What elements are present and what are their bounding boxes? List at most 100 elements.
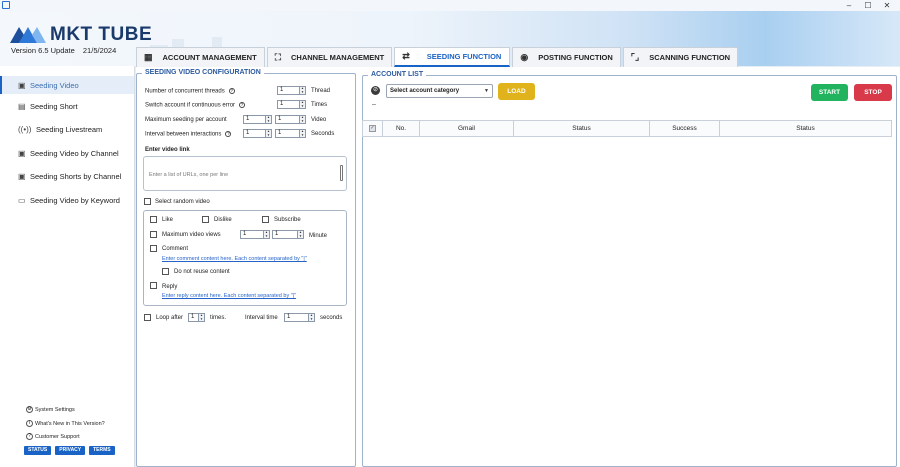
stepper-arrows-icon[interactable]: ▲ ▼ bbox=[265, 115, 271, 123]
tab-label: SEEDING FUNCTION bbox=[426, 52, 502, 61]
minimize-button[interactable]: – bbox=[842, 0, 856, 11]
sidebar-item-seeding-livestream[interactable]: ((•)) Seeding Livestream bbox=[0, 120, 134, 138]
loop-checkbox[interactable] bbox=[144, 314, 151, 321]
column-success[interactable]: Success bbox=[650, 121, 720, 136]
sidebar-item-label: Seeding Shorts by Channel bbox=[30, 171, 122, 181]
footer-label: System Settings bbox=[35, 406, 75, 413]
loop-interval-stepper[interactable]: 1 ▲ ▼ bbox=[284, 313, 315, 322]
tab-account-management[interactable]: ▦ ACCOUNT MANAGEMENT bbox=[136, 47, 265, 67]
max-views-from-stepper[interactable]: 1 ▲ ▼ bbox=[240, 230, 270, 239]
sidebar-item-label: Seeding Video by Keyword bbox=[30, 195, 120, 205]
stepper-arrows-icon[interactable]: ▲ ▼ bbox=[263, 230, 269, 238]
system-settings-link[interactable]: ⚙ System Settings bbox=[26, 406, 75, 413]
stepper-arrows-icon[interactable]: ▲ ▼ bbox=[198, 313, 204, 321]
filter-icon[interactable]: ⊘ bbox=[371, 86, 380, 95]
max-seed-to-stepper[interactable]: 1 ▲ ▼ bbox=[275, 115, 306, 124]
threads-stepper[interactable]: 1 ▲ ▼ bbox=[277, 86, 306, 95]
whats-new-link[interactable]: i What's New in This Version? bbox=[26, 420, 105, 427]
account-category-value: Select account category bbox=[390, 88, 460, 94]
load-button[interactable]: LOAD bbox=[498, 83, 535, 100]
channel-icon: ⛶ bbox=[274, 52, 281, 62]
textarea-scrollbar[interactable] bbox=[339, 159, 344, 188]
stepper-arrows-icon[interactable]: ▲ ▼ bbox=[299, 100, 305, 108]
interval-to-stepper[interactable]: 1 ▲ ▼ bbox=[275, 129, 306, 138]
status-badge[interactable]: STATUS bbox=[24, 446, 52, 455]
maximize-button[interactable]: ☐ bbox=[861, 0, 875, 11]
column-status[interactable]: Status bbox=[514, 121, 650, 136]
loop-times-label: times. bbox=[210, 315, 227, 321]
column-gmail[interactable]: Gmail bbox=[420, 121, 514, 136]
threads-label-text: Number of concurrent threads bbox=[145, 88, 225, 95]
stepper-arrows-icon[interactable]: ▲ ▼ bbox=[299, 86, 305, 94]
dislike-checkbox[interactable] bbox=[202, 216, 209, 223]
comment-content-link[interactable]: Enter comment content here. Each content… bbox=[162, 256, 307, 262]
select-all-checkbox[interactable]: ✓ bbox=[369, 125, 376, 132]
video-link-input[interactable]: Enter a list of URLs, one per line bbox=[143, 156, 347, 191]
footer-label: Customer Support bbox=[35, 433, 80, 440]
help-icon[interactable]: ? bbox=[225, 131, 232, 137]
stepper-arrows-icon[interactable]: ▲ ▼ bbox=[299, 115, 305, 123]
tab-channel-management[interactable]: ⛶ CHANNEL MANAGEMENT bbox=[266, 47, 393, 67]
loop-label: Loop after bbox=[156, 315, 184, 321]
tab-seeding-function[interactable]: ⇄ SEEDING FUNCTION bbox=[394, 47, 511, 67]
start-button[interactable]: START bbox=[811, 84, 848, 101]
like-checkbox[interactable] bbox=[150, 216, 157, 223]
max-views-unit: Minute bbox=[309, 233, 328, 239]
close-button[interactable]: ✕ bbox=[880, 0, 894, 11]
comment-checkbox[interactable] bbox=[150, 245, 157, 252]
chevron-down-icon: ▼ bbox=[484, 88, 489, 94]
help-icon[interactable]: ? bbox=[228, 88, 235, 94]
tab-scanning-function[interactable]: ⌜⌟ SCANNING FUNCTION bbox=[622, 47, 739, 67]
account-category-select[interactable]: Select account category ▼ bbox=[386, 84, 493, 98]
scroll-thumb[interactable] bbox=[340, 165, 343, 181]
loop-value: 1 bbox=[191, 314, 195, 320]
play-box-icon: ▣ bbox=[18, 148, 26, 158]
max-views-to-stepper[interactable]: 1 ▲ ▼ bbox=[272, 230, 304, 239]
keyword-icon: ▭ bbox=[18, 195, 26, 205]
stop-button[interactable]: STOP bbox=[854, 84, 892, 101]
reply-checkbox[interactable] bbox=[150, 282, 157, 289]
tab-posting-function[interactable]: ◉ POSTING FUNCTION bbox=[512, 47, 621, 67]
max-seed-label: Maximum seeding per account bbox=[145, 117, 227, 123]
terms-badge[interactable]: TERMS bbox=[89, 446, 115, 455]
customer-support-link[interactable]: ? Customer Support bbox=[26, 433, 80, 440]
column-no[interactable]: No. bbox=[383, 121, 420, 136]
sidebar-item-label: Seeding Video by Channel bbox=[30, 148, 119, 158]
privacy-badge[interactable]: PRIVACY bbox=[55, 446, 86, 455]
sidebar-item-seeding-video[interactable]: ▣ Seeding Video bbox=[0, 76, 134, 94]
sidebar-item-seeding-short[interactable]: ▤ Seeding Short bbox=[0, 97, 134, 115]
scan-icon: ⌜⌟ bbox=[630, 52, 640, 62]
switch-unit: Times bbox=[311, 102, 328, 108]
max-seed-from-stepper[interactable]: 1 ▲ ▼ bbox=[243, 115, 272, 124]
max-views-label: Maximum video views bbox=[162, 232, 221, 238]
like-label: Like bbox=[162, 217, 174, 223]
sidebar-item-seeding-video-by-keyword[interactable]: ▭ Seeding Video by Keyword bbox=[0, 191, 134, 209]
account-table-header: ✓ No. Gmail Status Success Status bbox=[362, 120, 892, 137]
random-video-checkbox[interactable] bbox=[144, 198, 151, 205]
stepper-arrows-icon[interactable]: ▲ ▼ bbox=[265, 129, 271, 137]
stepper-arrows-icon[interactable]: ▲ ▼ bbox=[308, 313, 314, 321]
max-views-from-value: 1 bbox=[243, 231, 247, 237]
switch-label-text: Switch account if continuous error bbox=[145, 102, 236, 109]
no-reuse-checkbox[interactable] bbox=[162, 268, 169, 275]
interval-from-stepper[interactable]: 1 ▲ ▼ bbox=[243, 129, 272, 138]
stepper-arrows-icon[interactable]: ▲ ▼ bbox=[299, 129, 305, 137]
stepper-arrows-icon[interactable]: ▲ ▼ bbox=[297, 230, 303, 238]
column-status-2[interactable]: Status bbox=[720, 121, 891, 136]
loop-stepper[interactable]: 1 ▲ ▼ bbox=[188, 313, 205, 322]
sidebar-item-seeding-shorts-by-channel[interactable]: ▣ Seeding Shorts by Channel bbox=[0, 167, 134, 185]
footer-label: What's New in This Version? bbox=[35, 420, 105, 427]
subscribe-checkbox[interactable] bbox=[262, 216, 269, 223]
max-views-checkbox[interactable] bbox=[150, 231, 157, 238]
footer-badges: STATUS PRIVACY TERMS bbox=[24, 446, 119, 455]
switch-label: Switch account if continuous error? bbox=[145, 102, 246, 109]
switch-stepper[interactable]: 1 ▲ ▼ bbox=[277, 100, 306, 109]
short-icon: ▤ bbox=[18, 101, 26, 111]
random-video-label: Select random video bbox=[155, 199, 210, 205]
threads-value: 1 bbox=[280, 87, 284, 93]
sidebar-item-seeding-video-by-channel[interactable]: ▣ Seeding Video by Channel bbox=[0, 144, 134, 162]
reply-content-link[interactable]: Enter reply content here. Each content s… bbox=[162, 293, 296, 299]
interval-label: Interval between interactions? bbox=[145, 131, 232, 138]
help-icon[interactable]: ? bbox=[239, 102, 246, 108]
version-date: 21/5/2024 bbox=[82, 46, 117, 55]
